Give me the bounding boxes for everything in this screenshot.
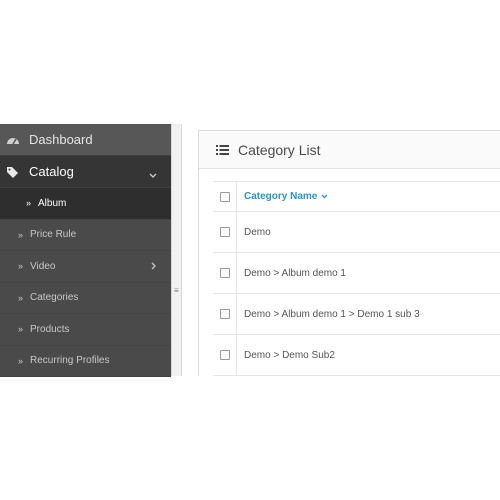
table-row: Demo > Album demo 1 xyxy=(213,253,500,294)
category-name-cell: Demo xyxy=(244,226,271,238)
table-row: Demo > Album demo 1 > Demo 1 sub 3 xyxy=(213,294,500,335)
category-name-cell: Demo > Album demo 1 > Demo 1 sub 3 xyxy=(244,308,420,320)
sidebar-item-recurring-profiles[interactable]: » Recurring Profiles xyxy=(0,345,171,377)
column-header-category-name[interactable]: Category Name xyxy=(237,182,500,211)
sidebar-item-label: Price Rule xyxy=(30,229,77,241)
sidebar-item-label: Products xyxy=(30,323,70,335)
dashboard-icon xyxy=(6,133,24,147)
sidebar-item-label: Recurring Profiles xyxy=(30,355,110,367)
select-all-checkbox[interactable] xyxy=(219,191,230,202)
table-header-row: Category Name xyxy=(213,182,500,212)
sidebar-item-album[interactable]: » Album xyxy=(0,188,171,220)
caret-down-icon xyxy=(321,194,328,199)
panel-heading: Category List xyxy=(199,131,500,169)
double-angle-right-icon: » xyxy=(18,261,23,272)
sidebar-item-catalog[interactable]: Catalog xyxy=(0,156,171,188)
sidebar-item-label: Catalog xyxy=(29,164,74,179)
double-angle-right-icon: » xyxy=(26,198,31,209)
sidebar-item-video[interactable]: » Video xyxy=(0,251,171,283)
grip-icon: ≡ xyxy=(174,286,179,295)
panel-title: Category List xyxy=(238,141,321,158)
sidebar-item-label: Video xyxy=(30,260,56,272)
sidebar: Dashboard Catalog » Album » Price Rule »… xyxy=(0,124,171,377)
double-angle-right-icon: » xyxy=(18,229,23,240)
list-icon xyxy=(216,144,229,155)
tags-icon xyxy=(6,165,24,179)
sidebar-item-price-rule[interactable]: » Price Rule xyxy=(0,219,171,251)
row-checkbox[interactable] xyxy=(219,227,230,237)
row-checkbox[interactable] xyxy=(219,268,230,278)
table-row: Demo > Demo Sub2 xyxy=(213,335,500,376)
sidebar-item-label: Dashboard xyxy=(29,132,93,147)
double-angle-right-icon: » xyxy=(18,324,23,335)
double-angle-right-icon: » xyxy=(18,292,23,303)
chevron-right-icon xyxy=(151,262,157,273)
double-angle-right-icon: » xyxy=(18,355,23,366)
sidebar-item-dashboard[interactable]: Dashboard xyxy=(0,124,171,156)
chevron-down-icon xyxy=(149,167,157,182)
category-name-cell: Demo > Album demo 1 xyxy=(244,267,346,279)
row-checkbox[interactable] xyxy=(219,309,230,319)
sidebar-resize-handle[interactable]: ≡ xyxy=(171,124,182,376)
category-name-cell: Demo > Demo Sub2 xyxy=(244,349,335,361)
table-row: Demo xyxy=(213,212,500,253)
category-list-panel: Category List Category Name Demo Demo > … xyxy=(198,130,500,376)
sidebar-item-products[interactable]: » Products xyxy=(0,314,171,346)
sidebar-item-label: Categories xyxy=(30,292,79,304)
sidebar-item-label: Album xyxy=(38,197,67,209)
sidebar-item-categories[interactable]: » Categories xyxy=(0,282,171,314)
category-table: Category Name Demo Demo > Album demo 1 D… xyxy=(213,181,500,376)
row-checkbox[interactable] xyxy=(219,350,230,360)
column-header-label: Category Name xyxy=(244,191,318,202)
